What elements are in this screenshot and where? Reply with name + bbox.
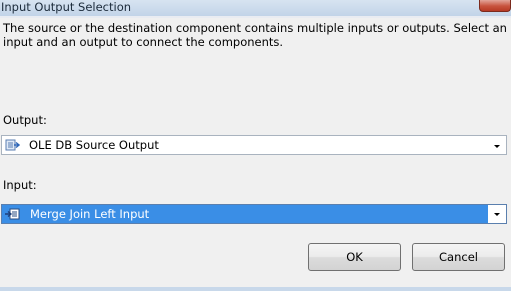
output-icon [5,139,20,151]
output-selected-value: OLE DB Source Output [29,138,159,152]
input-label: Input: [3,178,37,192]
output-combobox[interactable]: OLE DB Source Output [1,135,507,155]
chevron-down-icon[interactable] [490,207,504,221]
input-combobox[interactable]: Merge Join Left Input [1,204,507,224]
input-icon [5,208,20,220]
input-selected-value: Merge Join Left Input [30,207,150,221]
output-label: Output: [3,113,47,127]
cancel-button[interactable]: Cancel [412,243,505,271]
dropdown-button[interactable] [488,205,506,223]
ok-button[interactable]: OK [308,243,401,271]
title-bar: Input Output Selection [0,0,511,16]
window-bottom-border [0,287,511,291]
window-title: Input Output Selection [1,0,132,14]
chevron-down-icon[interactable] [490,139,504,153]
close-button[interactable] [479,0,511,12]
description-text: The source or the destination component … [3,21,507,49]
